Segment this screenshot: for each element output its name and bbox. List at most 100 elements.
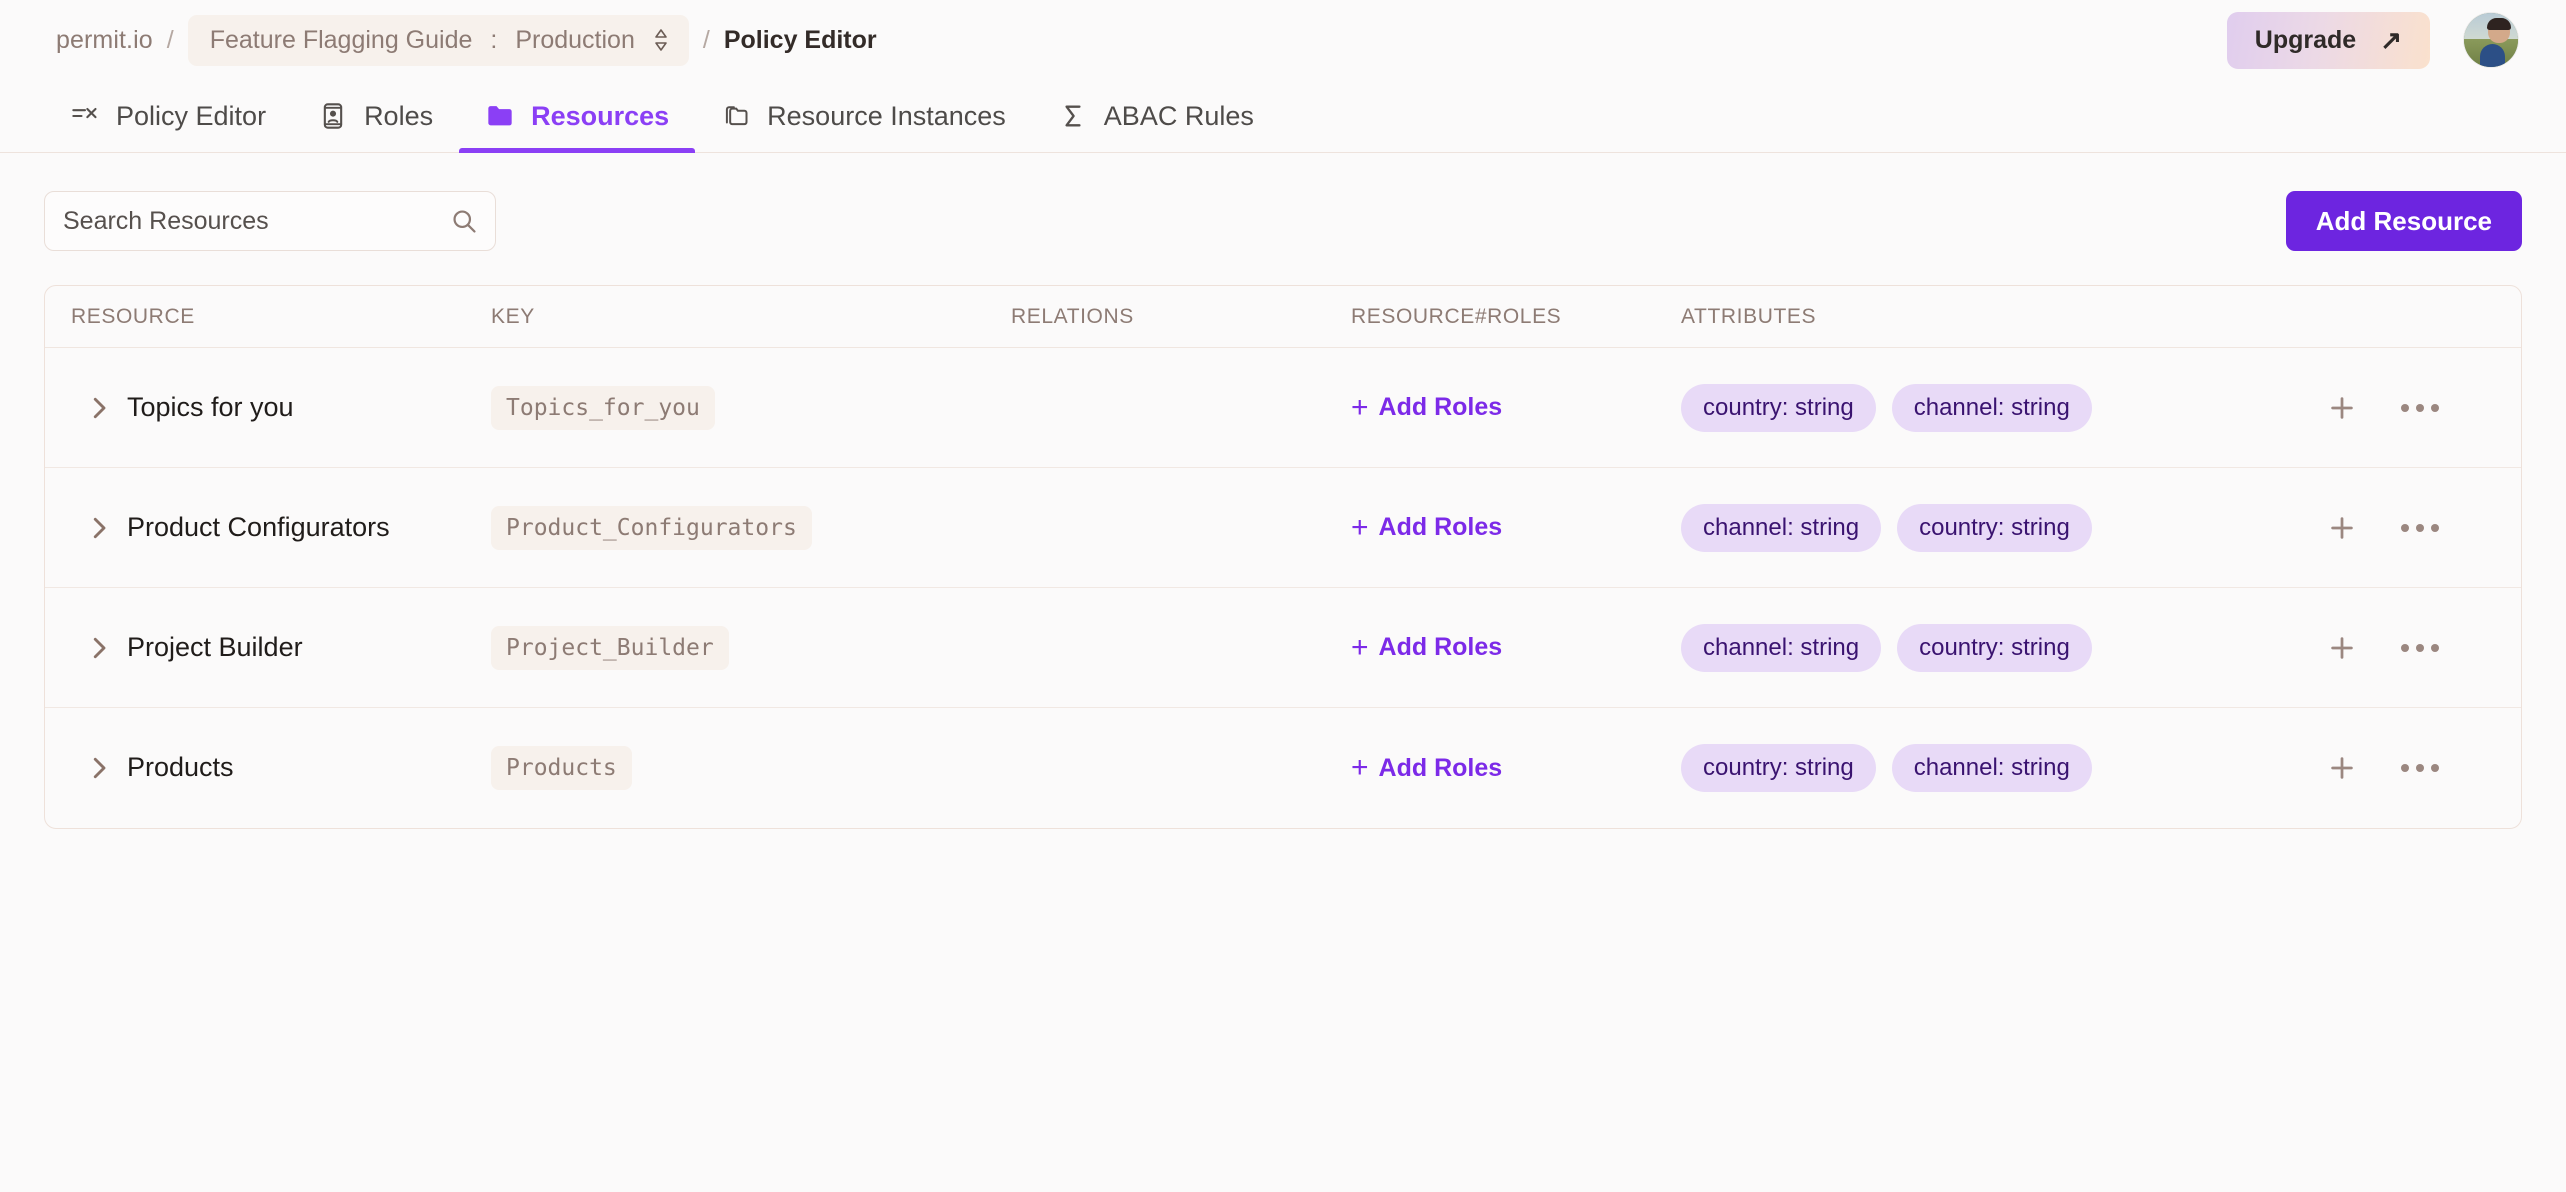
breadcrumb-current-page: Policy Editor <box>724 26 877 55</box>
cell-actions <box>2321 627 2521 669</box>
resource-key-badge: Project_Builder <box>491 626 729 670</box>
row-more-options-button[interactable] <box>2395 638 2445 658</box>
attribute-chip-list: channel: string country: string <box>1681 624 2321 672</box>
expand-row-chevron-icon[interactable] <box>71 513 127 543</box>
column-header-attributes: ATTRIBUTES <box>1681 305 2321 329</box>
cell-attributes: country: string channel: string <box>1681 744 2321 792</box>
attribute-chip[interactable]: country: string <box>1681 384 1876 432</box>
expand-row-chevron-icon[interactable] <box>71 633 127 663</box>
attribute-chip[interactable]: channel: string <box>1892 744 2092 792</box>
plus-icon: + <box>1351 393 1369 423</box>
expand-row-chevron-icon[interactable] <box>71 753 127 783</box>
cell-resource: Project Builder <box>71 630 491 666</box>
add-roles-label: Add Roles <box>1379 754 1503 783</box>
add-roles-button[interactable]: +Add Roles <box>1351 633 1502 663</box>
plus-icon: + <box>1351 753 1369 783</box>
cell-key: Product_Configurators <box>491 506 1011 550</box>
more-horizontal-icon <box>2401 764 2439 772</box>
upgrade-button-label: Upgrade <box>2255 26 2356 55</box>
attribute-chip[interactable]: channel: string <box>1681 624 1881 672</box>
cell-actions <box>2321 507 2521 549</box>
add-attribute-button[interactable] <box>2321 387 2363 429</box>
row-more-options-button[interactable] <box>2395 758 2445 778</box>
breadcrumb: permit.io / Feature Flagging Guide : Pro… <box>56 15 877 66</box>
table-body: Topics for you Topics_for_you + Add Roles co… <box>45 348 2521 828</box>
attribute-chip-list: channel: string country: string <box>1681 504 2321 552</box>
cell-resource-roles: + Add Roles <box>1351 513 1681 543</box>
plus-icon: + <box>1351 513 1369 543</box>
resource-key-badge: Products <box>491 746 632 790</box>
top-bar-right: Upgrade ↗ <box>2227 12 2518 69</box>
add-roles-button[interactable]: + Add Roles <box>1351 753 1502 783</box>
avatar-body <box>2480 44 2505 67</box>
cell-attributes: country: string channel: string <box>1681 384 2321 432</box>
add-attribute-button[interactable] <box>2321 627 2363 669</box>
resource-key-badge: Topics_for_you <box>491 386 715 430</box>
add-roles-button[interactable]: +Add Roles <box>1351 393 1502 423</box>
column-header-relations: RELATIONS <box>1011 305 1351 329</box>
tab-resource-instances[interactable]: Resource Instances <box>695 80 1032 152</box>
resource-name: Product Configurators <box>127 510 390 546</box>
row-more-options-button[interactable] <box>2395 518 2445 538</box>
table-row[interactable]: Products Products + Add Roles country: strin… <box>45 708 2521 828</box>
environment-name-label: Production <box>515 26 635 55</box>
top-bar: permit.io / Feature Flagging Guide : Pro… <box>0 0 2566 80</box>
cell-actions <box>2321 387 2521 429</box>
resources-table: RESOURCE KEY RELATIONS RESOURCE#ROLES AT… <box>44 285 2522 829</box>
environment-project-label: Feature Flagging Guide <box>210 26 473 55</box>
add-attribute-button[interactable] <box>2321 747 2363 789</box>
add-attribute-button[interactable] <box>2321 507 2363 549</box>
chevron-up-down-icon <box>651 26 671 54</box>
roles-icon <box>318 101 348 131</box>
tab-roles-label: Roles <box>364 101 433 132</box>
tab-bar: Policy Editor Roles Resources <box>0 80 2566 153</box>
column-header-key: KEY <box>491 305 1011 329</box>
expand-row-chevron-icon[interactable] <box>71 393 127 423</box>
tab-resource-instances-label: Resource Instances <box>767 101 1006 132</box>
attribute-chip[interactable]: country: string <box>1897 504 2092 552</box>
tab-policy-editor-label: Policy Editor <box>116 101 266 132</box>
table-row[interactable]: Project Builder Project_Builder +Add Roles… <box>45 588 2521 708</box>
cell-key: Products <box>491 746 1011 790</box>
cell-resource: Products <box>71 750 491 786</box>
table-row[interactable]: Product Configurators Product_Configurato… <box>45 468 2521 588</box>
environment-selector[interactable]: Feature Flagging Guide : Production <box>188 15 689 66</box>
resource-name: Products <box>127 750 234 786</box>
cell-actions <box>2321 747 2521 789</box>
attribute-chip[interactable]: channel: string <box>1681 504 1881 552</box>
resource-key-badge: Product_Configurators <box>491 506 812 550</box>
resource-name: Project Builder <box>127 630 303 666</box>
attribute-chip-list: country: string channel: string <box>1681 384 2321 432</box>
tab-roles[interactable]: Roles <box>292 80 459 152</box>
environment-colon: : <box>490 26 497 55</box>
breadcrumb-separator-1: / <box>167 26 174 55</box>
table-header-row: RESOURCE KEY RELATIONS RESOURCE#ROLES AT… <box>45 286 2521 348</box>
cell-resource: Topics for you <box>71 390 491 426</box>
cell-resource-roles: +Add Roles <box>1351 393 1681 423</box>
more-horizontal-icon <box>2401 404 2439 412</box>
search-input[interactable] <box>44 191 496 251</box>
cell-resource-roles: + Add Roles <box>1351 753 1681 783</box>
attribute-chip[interactable]: channel: string <box>1892 384 2092 432</box>
more-horizontal-icon <box>2401 644 2439 652</box>
avatar[interactable] <box>2464 13 2518 67</box>
attribute-chip-list: country: string channel: string <box>1681 744 2321 792</box>
cell-attributes: channel: string country: string <box>1681 504 2321 552</box>
attribute-chip[interactable]: country: string <box>1681 744 1876 792</box>
tab-resources[interactable]: Resources <box>459 80 695 152</box>
breadcrumb-org[interactable]: permit.io <box>56 26 153 55</box>
add-roles-button[interactable]: + Add Roles <box>1351 513 1502 543</box>
resource-name: Topics for you <box>127 390 294 426</box>
tab-abac-rules[interactable]: ABAC Rules <box>1032 80 1280 152</box>
add-resource-button[interactable]: Add Resource <box>2286 191 2522 251</box>
table-row[interactable]: Topics for you Topics_for_you +Add Roles co… <box>45 348 2521 468</box>
tab-policy-editor[interactable]: Policy Editor <box>44 80 292 152</box>
row-more-options-button[interactable] <box>2395 398 2445 418</box>
column-header-resource-roles: RESOURCE#ROLES <box>1351 305 1681 329</box>
attribute-chip[interactable]: country: string <box>1897 624 2092 672</box>
upgrade-button[interactable]: Upgrade ↗ <box>2227 12 2430 69</box>
breadcrumb-separator-2: / <box>703 26 710 55</box>
tab-abac-rules-label: ABAC Rules <box>1104 101 1254 132</box>
policy-editor-icon <box>70 101 100 131</box>
add-roles-label: Add Roles <box>1379 513 1503 542</box>
